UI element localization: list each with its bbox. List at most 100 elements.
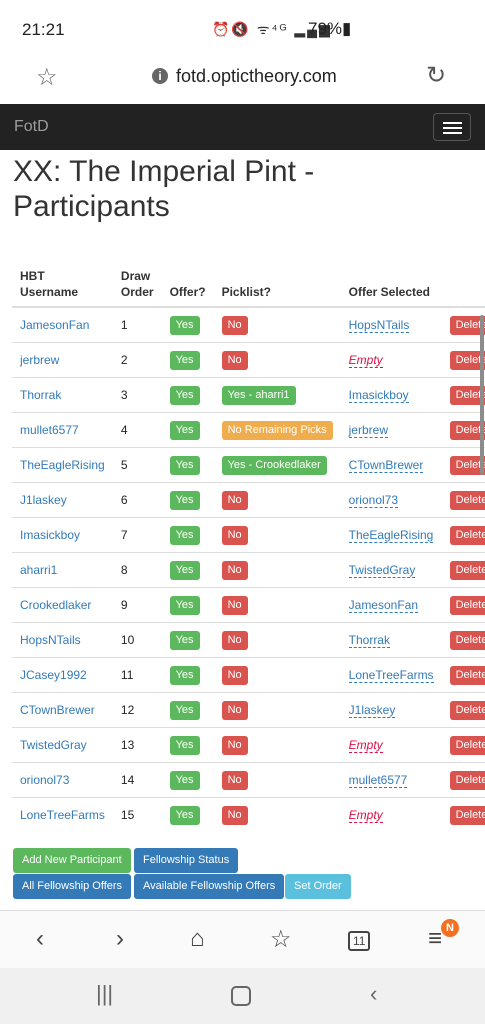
- android-back-icon[interactable]: ‹: [370, 981, 377, 1007]
- android-home-icon[interactable]: [231, 986, 251, 1006]
- offer-selected-editable[interactable]: Thorrak: [348, 633, 390, 648]
- menu-icon[interactable]: ≡: [428, 925, 442, 953]
- offer-cell: Yes: [161, 762, 214, 798]
- actions-cell: Delete: [441, 412, 485, 448]
- back-icon[interactable]: ‹: [36, 925, 44, 953]
- draw-order-cell: 3: [112, 377, 162, 413]
- actions-cell: Delete: [441, 587, 485, 623]
- delete-button[interactable]: Delete: [449, 665, 485, 685]
- username-link[interactable]: J1laskey: [20, 493, 67, 507]
- delete-button[interactable]: Delete: [449, 630, 485, 650]
- delete-button[interactable]: Delete: [449, 595, 485, 615]
- offer-selected-editable[interactable]: Empty: [348, 808, 383, 823]
- site-navbar: FotD: [0, 104, 485, 150]
- offer-selected-editable[interactable]: jerbrew: [348, 423, 388, 438]
- offer-selected-editable[interactable]: Empty: [348, 738, 383, 753]
- bookmark-star-icon[interactable]: ☆: [36, 63, 58, 92]
- picklist-cell: No Remaining Picks: [213, 412, 341, 448]
- draw-order-cell: 4: [112, 412, 162, 448]
- offer-selected-editable[interactable]: Imasickboy: [348, 388, 409, 403]
- picklist-badge: No: [221, 490, 248, 510]
- username-link[interactable]: orionol73: [20, 773, 69, 787]
- username-link[interactable]: Imasickboy: [20, 528, 80, 542]
- set-order-button[interactable]: Set Order: [285, 874, 351, 899]
- offer-selected-editable[interactable]: CTownBrewer: [348, 458, 424, 473]
- picklist-cell: No: [213, 622, 341, 658]
- delete-button[interactable]: Delete: [449, 700, 485, 720]
- delete-button[interactable]: Delete: [449, 770, 485, 790]
- username-link[interactable]: mullet6577: [20, 423, 79, 437]
- offer-selected-cell: Empty: [340, 727, 442, 763]
- picklist-badge: No: [221, 805, 248, 825]
- draw-order-cell: 8: [112, 552, 162, 588]
- username-link[interactable]: JCasey1992: [20, 668, 87, 682]
- username-link[interactable]: HopsNTails: [20, 633, 81, 647]
- offer-selected-editable[interactable]: LoneTreeFarms: [348, 668, 434, 683]
- offer-selected-editable[interactable]: J1laskey: [348, 703, 396, 718]
- picklist-cell: No: [213, 762, 341, 798]
- username-link[interactable]: Crookedlaker: [20, 598, 91, 612]
- draw-order-cell: 9: [112, 587, 162, 623]
- tabs-icon[interactable]: 11: [348, 931, 371, 951]
- delete-button[interactable]: Delete: [449, 490, 485, 510]
- table-row: CTownBrewer 12 Yes No J1laskey Delete: [12, 692, 485, 728]
- offer-badge: Yes: [169, 490, 200, 510]
- notification-badge: N: [441, 919, 459, 937]
- username-cell: Imasickboy: [12, 517, 113, 553]
- delete-button[interactable]: Delete: [449, 805, 485, 825]
- reload-icon[interactable]: ↻: [426, 61, 446, 90]
- offer-badge: Yes: [169, 350, 200, 370]
- offer-selected-editable[interactable]: orionol73: [348, 493, 399, 508]
- home-icon[interactable]: ⌂: [190, 925, 205, 953]
- offer-selected-editable[interactable]: JamesonFan: [348, 598, 419, 613]
- username-cell: HopsNTails: [12, 622, 113, 658]
- forward-icon[interactable]: ›: [116, 925, 124, 953]
- delete-button[interactable]: Delete: [449, 560, 485, 580]
- fellowship-status-button[interactable]: Fellowship Status: [134, 848, 239, 873]
- url-text[interactable]: fotd.optictheory.com: [176, 66, 337, 87]
- picklist-badge: No: [221, 595, 248, 615]
- picklist-cell: No: [213, 727, 341, 763]
- recent-apps-icon[interactable]: |||: [96, 981, 113, 1007]
- draw-order-cell: 13: [112, 727, 162, 763]
- picklist-badge: No: [221, 735, 248, 755]
- offer-selected-editable[interactable]: TheEagleRising: [348, 528, 434, 543]
- delete-button[interactable]: Delete: [449, 525, 485, 545]
- username-cell: JCasey1992: [12, 657, 113, 693]
- actions-cell: Delete: [441, 517, 485, 553]
- delete-button[interactable]: Delete: [449, 735, 485, 755]
- offer-badge: Yes: [169, 315, 200, 335]
- offer-selected-editable[interactable]: Empty: [348, 353, 383, 368]
- bookmarks-icon[interactable]: ☆: [270, 925, 292, 954]
- offer-badge: Yes: [169, 630, 200, 650]
- username-link[interactable]: LoneTreeFarms: [20, 808, 105, 822]
- username-link[interactable]: CTownBrewer: [20, 703, 95, 717]
- table-row: TwistedGray 13 Yes No Empty Delete: [12, 727, 485, 763]
- table-row: JCasey1992 11 Yes No LoneTreeFarms Delete: [12, 657, 485, 693]
- offer-selected-editable[interactable]: HopsNTails: [348, 318, 410, 333]
- offer-badge: Yes: [169, 420, 200, 440]
- username-cell: Crookedlaker: [12, 587, 113, 623]
- offer-cell: Yes: [161, 692, 214, 728]
- username-link[interactable]: TheEagleRising: [20, 458, 105, 472]
- page-scrollbar[interactable]: [480, 315, 484, 475]
- add-participant-button[interactable]: Add New Participant: [13, 848, 131, 873]
- offer-selected-editable[interactable]: TwistedGray: [348, 563, 416, 578]
- picklist-badge: No: [221, 700, 248, 720]
- offer-cell: Yes: [161, 622, 214, 658]
- all-fellowship-offers-button[interactable]: All Fellowship Offers: [13, 874, 132, 899]
- username-link[interactable]: jerbrew: [20, 353, 59, 367]
- hamburger-menu-icon[interactable]: [433, 113, 471, 141]
- username-link[interactable]: Thorrak: [20, 388, 61, 402]
- username-link[interactable]: TwistedGray: [20, 738, 87, 752]
- username-link[interactable]: JamesonFan: [20, 318, 89, 332]
- offer-cell: Yes: [161, 517, 214, 553]
- navbar-brand[interactable]: FotD: [14, 118, 49, 136]
- offer-selected-editable[interactable]: mullet6577: [348, 773, 408, 788]
- picklist-cell: No: [213, 517, 341, 553]
- offer-cell: Yes: [161, 482, 214, 518]
- draw-order-cell: 15: [112, 797, 162, 832]
- available-fellowship-offers-button[interactable]: Available Fellowship Offers: [134, 874, 285, 899]
- username-link[interactable]: aharri1: [20, 563, 57, 577]
- site-info-icon[interactable]: i: [152, 68, 168, 84]
